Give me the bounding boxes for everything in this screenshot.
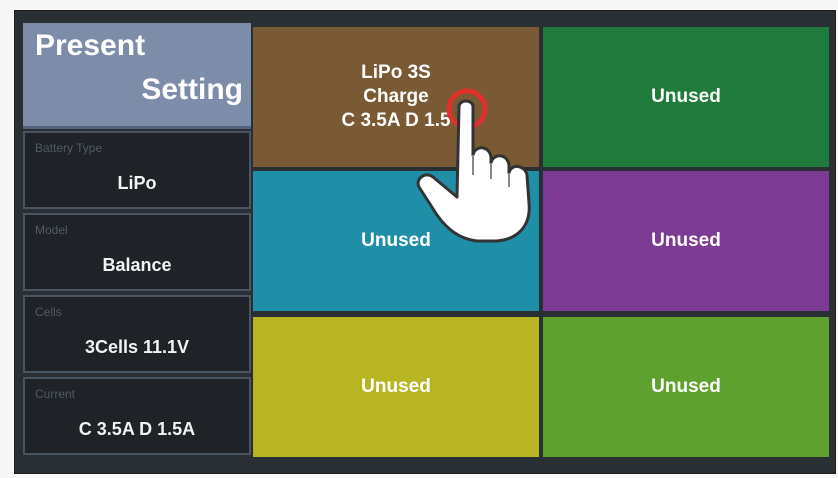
title-line-1: Present xyxy=(35,29,146,62)
cells-field: Cells 3Cells 11.1V xyxy=(23,295,251,373)
current-field: Current C 3.5A D 1.5A xyxy=(23,377,251,455)
cells-value: 3Cells 11.1V xyxy=(84,337,190,357)
slot-5-label: Unused xyxy=(361,376,431,398)
cells-label: Cells xyxy=(35,305,62,319)
battery-type-value: LiPo xyxy=(117,173,157,193)
model-value: Balance xyxy=(102,255,172,275)
current-value: C 3.5A D 1.5A xyxy=(78,419,196,439)
battery-type-field: Battery Type LiPo xyxy=(23,131,251,209)
present-setting-panel: Present Setting Battery Type LiPo Model … xyxy=(23,23,251,465)
model-field: Model Balance xyxy=(23,213,251,291)
slot-4-label: Unused xyxy=(651,230,721,252)
slot-5-tile[interactable]: Unused xyxy=(253,317,539,457)
charger-screen: Present Setting Battery Type LiPo Model … xyxy=(14,10,836,474)
slot-2-label: Unused xyxy=(651,86,721,108)
slot-6-label: Unused xyxy=(651,376,721,398)
model-label: Model xyxy=(35,223,68,237)
current-label: Current xyxy=(35,387,76,401)
slot-6-tile[interactable]: Unused xyxy=(543,317,829,457)
present-setting-title: Present Setting xyxy=(23,23,251,129)
slot-2-tile[interactable]: Unused xyxy=(543,27,829,167)
slot-4-tile[interactable]: Unused xyxy=(543,171,829,311)
battery-type-label: Battery Type xyxy=(35,141,103,155)
hand-pointer-icon xyxy=(416,88,531,243)
title-line-2: Setting xyxy=(141,73,243,106)
